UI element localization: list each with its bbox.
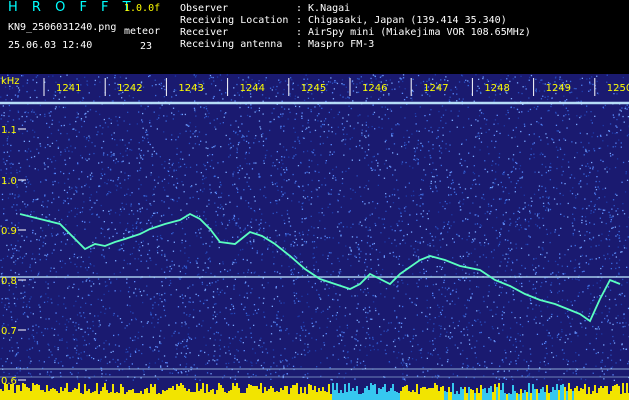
- receiver-label: Receiver: [180, 27, 229, 38]
- time-tick-label: 1248: [484, 83, 509, 94]
- freq-tick-label: 0.6: [1, 376, 17, 387]
- freq-tick-label: 1.0: [1, 176, 17, 187]
- time-tick-label: 1246: [362, 83, 387, 94]
- app-title: H R O F F T: [8, 0, 136, 15]
- time-tick-label: 1242: [117, 83, 142, 94]
- time-tick-label: 1247: [423, 83, 448, 94]
- antenna-label: Receiving antenna: [180, 39, 283, 50]
- observer-value: : K.Nagai: [296, 3, 351, 14]
- location-value: : Chigasaki, Japan (139.414 35.340): [296, 15, 507, 26]
- receiver-value: : AirSpy mini (Miakejima VOR 108.65MHz): [296, 27, 531, 38]
- datetime-label: 25.06.03 12:40: [8, 40, 93, 51]
- spectrogram-background: [0, 74, 629, 400]
- time-tick-label: 1245: [301, 83, 326, 94]
- freq-tick-label: 0.9: [1, 226, 17, 237]
- version-label: 1.0.0f: [124, 3, 161, 14]
- meteor-count: 23: [140, 41, 153, 52]
- meteor-label: meteor: [124, 26, 161, 37]
- time-tick-label: 1244: [240, 83, 265, 94]
- observer-label: Observer: [180, 3, 229, 14]
- location-label: Receiving Location: [180, 15, 289, 26]
- header-panel: H R O F F T 1.0.0f KN9_2506031240.png me…: [0, 0, 629, 74]
- unit-label: kHz: [1, 76, 20, 87]
- time-tick-label: 1250: [607, 83, 629, 94]
- time-tick-label: 1241: [56, 83, 81, 94]
- freq-tick-label: 1.1: [1, 125, 17, 136]
- spectrogram[interactable]: kHz 1241 1242 1243 1244 1245 1246 1247 1248 1249…: [0, 74, 629, 400]
- freq-tick-label: 0.7: [1, 326, 17, 337]
- filename-label: KN9_2506031240.png: [8, 22, 117, 33]
- antenna-value: : Maspro FM-3: [296, 39, 375, 50]
- time-tick-label: 1243: [178, 83, 203, 94]
- time-tick-label: 1249: [546, 83, 571, 94]
- freq-tick-label: 0.8: [1, 276, 17, 287]
